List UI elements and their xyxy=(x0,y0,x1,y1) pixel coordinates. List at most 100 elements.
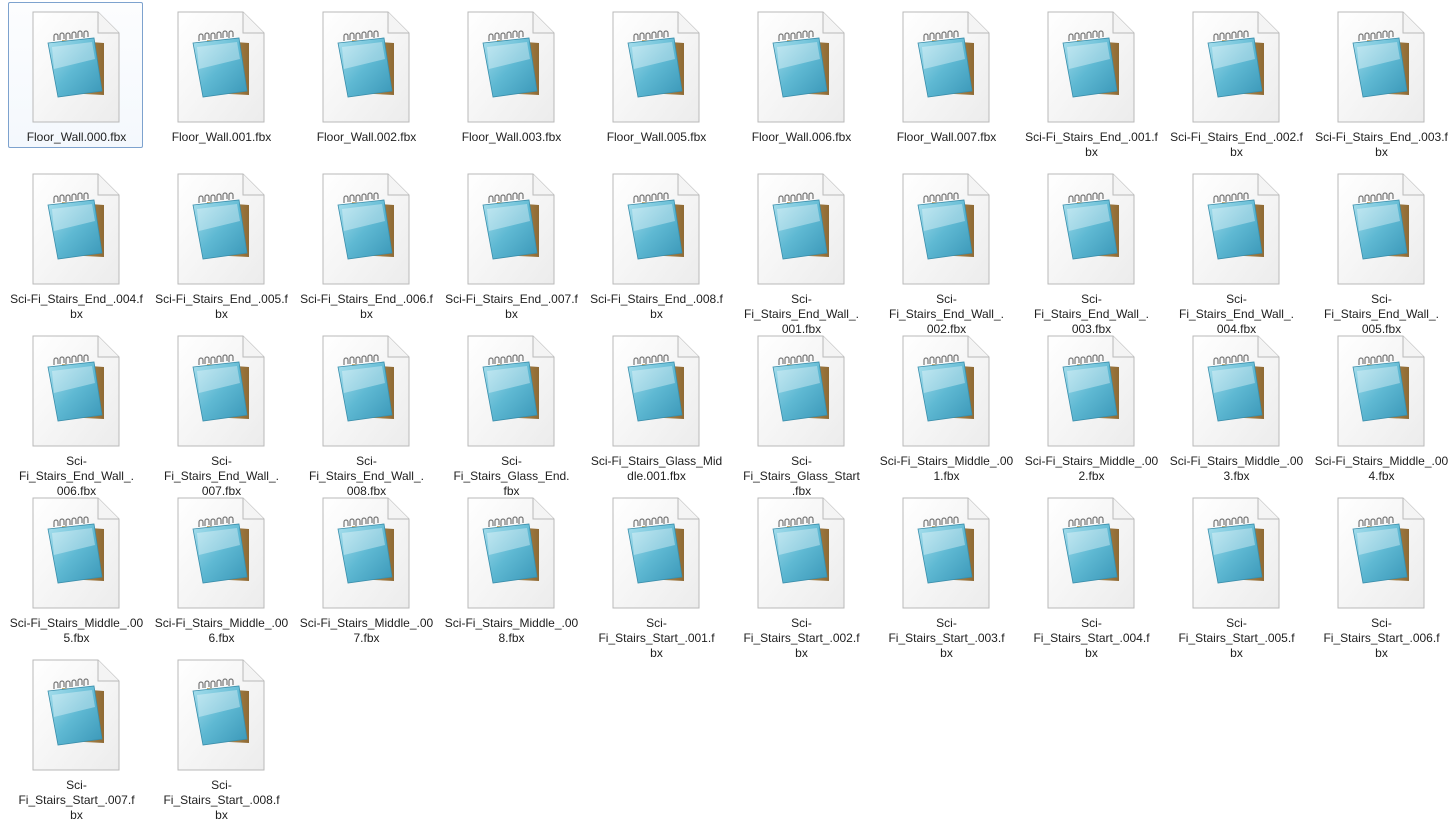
file-item[interactable]: Sci-Fi_Stairs_Middle_.00 6.fbx xyxy=(153,488,288,645)
file-name: Sci-Fi_Stairs_End_.008.f bx xyxy=(590,292,723,321)
file-item[interactable]: Sci-Fi_Stairs_End_.004.f bx xyxy=(8,164,143,321)
file-item[interactable]: Sci-Fi_Stairs_End_.005.f bx xyxy=(153,164,288,321)
file-name: Sci-Fi_Stairs_Middle_.00 7.fbx xyxy=(299,616,434,645)
file-item[interactable]: Floor_Wall.000.fbx xyxy=(8,2,143,148)
file-name: Sci-Fi_Stairs_End_.006.f bx xyxy=(300,292,433,321)
notepad-file-icon xyxy=(902,335,990,447)
notepad-file-icon xyxy=(177,173,265,285)
file-item[interactable]: Floor_Wall.007.fbx xyxy=(878,2,1013,148)
file-item[interactable]: Sci-Fi_Stairs_End_Wall_. 002.fbx xyxy=(878,164,1013,336)
notepad-file-icon xyxy=(32,335,120,447)
file-item[interactable]: Sci-Fi_Stairs_End_.002.f bx xyxy=(1168,2,1303,159)
file-name: Floor_Wall.005.fbx xyxy=(606,130,707,144)
file-name: Floor_Wall.002.fbx xyxy=(316,130,417,144)
file-item[interactable]: Sci-Fi_Stairs_End_Wall_. 008.fbx xyxy=(298,326,433,498)
notepad-file-icon xyxy=(902,173,990,285)
file-item[interactable]: Sci-Fi_Stairs_Start_.004.f bx xyxy=(1023,488,1158,660)
notepad-file-icon xyxy=(322,335,410,447)
file-item[interactable]: Sci-Fi_Stairs_Start_.006.f bx xyxy=(1313,488,1448,660)
notepad-file-icon xyxy=(467,173,555,285)
file-item[interactable]: Sci-Fi_Stairs_Middle_.00 2.fbx xyxy=(1023,326,1158,483)
file-item[interactable]: Sci-Fi_Stairs_End_.008.f bx xyxy=(588,164,723,321)
file-item[interactable]: Sci-Fi_Stairs_End_.001.f bx xyxy=(1023,2,1158,159)
notepad-file-icon xyxy=(32,659,120,771)
file-name: Floor_Wall.001.fbx xyxy=(171,130,272,144)
notepad-file-icon xyxy=(177,11,265,123)
file-name: Sci-Fi_Stairs_Middle_.00 5.fbx xyxy=(9,616,144,645)
file-item[interactable]: Sci-Fi_Stairs_Start_.001.f bx xyxy=(588,488,723,660)
notepad-file-icon xyxy=(1192,497,1280,609)
file-name: Sci-Fi_Stairs_Middle_.00 6.fbx xyxy=(154,616,289,645)
notepad-file-icon xyxy=(32,497,120,609)
file-item[interactable]: Sci-Fi_Stairs_End_Wall_. 003.fbx xyxy=(1023,164,1158,336)
file-name: Sci-Fi_Stairs_Middle_.00 2.fbx xyxy=(1024,454,1159,483)
file-item[interactable]: Sci-Fi_Stairs_Start_.003.f bx xyxy=(878,488,1013,660)
notepad-file-icon xyxy=(1192,173,1280,285)
notepad-file-icon xyxy=(612,335,700,447)
notepad-file-icon xyxy=(467,11,555,123)
file-item[interactable]: Sci-Fi_Stairs_Middle_.00 5.fbx xyxy=(8,488,143,645)
notepad-file-icon xyxy=(1047,497,1135,609)
notepad-file-icon xyxy=(322,497,410,609)
file-item[interactable]: Sci-Fi_Stairs_Middle_.00 3.fbx xyxy=(1168,326,1303,483)
file-name: Sci-Fi_Stairs_Middle_.00 8.fbx xyxy=(444,616,579,645)
file-item[interactable]: Sci-Fi_Stairs_Start_.005.f bx xyxy=(1168,488,1303,660)
file-item[interactable]: Sci-Fi_Stairs_Start_.007.f bx xyxy=(8,650,143,822)
notepad-file-icon xyxy=(32,11,120,123)
file-item[interactable]: Sci-Fi_Stairs_End_Wall_. 005.fbx xyxy=(1313,164,1448,336)
notepad-file-icon xyxy=(467,335,555,447)
file-item[interactable]: Sci-Fi_Stairs_Middle_.00 4.fbx xyxy=(1313,326,1448,483)
file-name: Floor_Wall.007.fbx xyxy=(896,130,997,144)
file-item[interactable]: Sci-Fi_Stairs_End_Wall_. 007.fbx xyxy=(153,326,288,498)
file-name: Sci-Fi_Stairs_Start_.005.f bx xyxy=(1178,616,1295,660)
notepad-file-icon xyxy=(1337,173,1425,285)
notepad-file-icon xyxy=(1337,497,1425,609)
notepad-file-icon xyxy=(1192,335,1280,447)
file-name: Sci-Fi_Stairs_Start_.007.f bx xyxy=(18,778,135,822)
file-name: Sci-Fi_Stairs_Start_.006.f bx xyxy=(1323,616,1440,660)
file-item[interactable]: Floor_Wall.006.fbx xyxy=(733,2,868,148)
notepad-file-icon xyxy=(1192,11,1280,123)
file-name: Sci-Fi_Stairs_Start_.002.f bx xyxy=(743,616,860,660)
file-item[interactable]: Sci-Fi_Stairs_End_Wall_. 001.fbx xyxy=(733,164,868,336)
file-name: Sci-Fi_Stairs_End_.004.f bx xyxy=(10,292,143,321)
file-item[interactable]: Sci-Fi_Stairs_End_Wall_. 004.fbx xyxy=(1168,164,1303,336)
file-item[interactable]: Floor_Wall.002.fbx xyxy=(298,2,433,148)
notepad-file-icon xyxy=(902,11,990,123)
file-item[interactable]: Sci-Fi_Stairs_Glass_End. fbx xyxy=(443,326,578,498)
file-name: Sci-Fi_Stairs_End_.005.f bx xyxy=(155,292,288,321)
notepad-file-icon xyxy=(177,335,265,447)
file-item[interactable]: Floor_Wall.001.fbx xyxy=(153,2,288,148)
file-item[interactable]: Sci-Fi_Stairs_Glass_Mid dle.001.fbx xyxy=(588,326,723,483)
file-name: Sci-Fi_Stairs_Glass_Mid dle.001.fbx xyxy=(590,454,723,483)
file-name: Floor_Wall.003.fbx xyxy=(461,130,562,144)
file-item[interactable]: Sci-Fi_Stairs_Start_.002.f bx xyxy=(733,488,868,660)
file-item[interactable]: Sci-Fi_Stairs_End_.003.f bx xyxy=(1313,2,1448,159)
file-name: Sci-Fi_Stairs_Middle_.00 3.fbx xyxy=(1169,454,1304,483)
file-item[interactable]: Sci-Fi_Stairs_Middle_.00 1.fbx xyxy=(878,326,1013,483)
file-name: Sci-Fi_Stairs_Start_.003.f bx xyxy=(888,616,1005,660)
file-item[interactable]: Floor_Wall.003.fbx xyxy=(443,2,578,148)
file-item[interactable]: Sci-Fi_Stairs_End_Wall_. 006.fbx xyxy=(8,326,143,498)
file-item[interactable]: Sci-Fi_Stairs_Middle_.00 7.fbx xyxy=(298,488,433,645)
file-name: Floor_Wall.006.fbx xyxy=(751,130,852,144)
file-item[interactable]: Sci-Fi_Stairs_Middle_.00 8.fbx xyxy=(443,488,578,645)
notepad-file-icon xyxy=(757,173,845,285)
file-name: Sci-Fi_Stairs_Middle_.00 1.fbx xyxy=(879,454,1014,483)
notepad-file-icon xyxy=(757,497,845,609)
notepad-file-icon xyxy=(467,497,555,609)
file-name: Sci-Fi_Stairs_Start_.001.f bx xyxy=(598,616,715,660)
file-item[interactable]: Sci-Fi_Stairs_End_.007.f bx xyxy=(443,164,578,321)
file-item[interactable]: Sci-Fi_Stairs_End_.006.f bx xyxy=(298,164,433,321)
file-name: Sci-Fi_Stairs_End_.007.f bx xyxy=(445,292,578,321)
notepad-file-icon xyxy=(902,497,990,609)
notepad-file-icon xyxy=(757,11,845,123)
file-name: Sci-Fi_Stairs_End_.003.f bx xyxy=(1315,130,1448,159)
file-item[interactable]: Sci-Fi_Stairs_Glass_Start .fbx xyxy=(733,326,868,498)
file-item[interactable]: Sci-Fi_Stairs_Start_.008.f bx xyxy=(153,650,288,822)
file-name: Sci-Fi_Stairs_Start_.004.f bx xyxy=(1033,616,1150,660)
file-name: Sci-Fi_Stairs_End_.001.f bx xyxy=(1025,130,1158,159)
file-grid: Floor_Wall.000.fbx Floor_Wall.001.fbx Fl… xyxy=(0,0,1451,822)
file-item[interactable]: Floor_Wall.005.fbx xyxy=(588,2,723,148)
notepad-file-icon xyxy=(177,659,265,771)
